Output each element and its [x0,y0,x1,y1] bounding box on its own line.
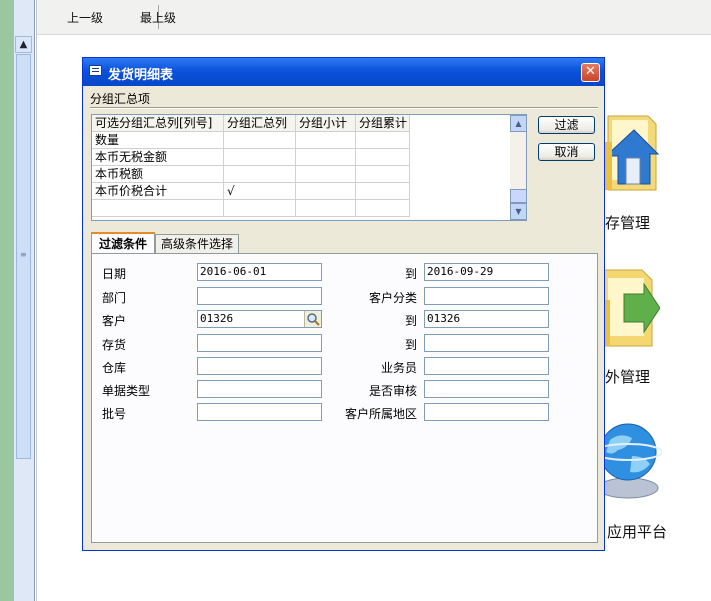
column-header[interactable]: 分组汇总列 [224,115,296,132]
audited-field[interactable] [424,380,549,398]
batch-field[interactable] [197,403,322,421]
grid-cell[interactable]: 数量 [92,132,224,149]
scroll-up-icon[interactable]: ▲ [510,115,526,132]
window-icon [89,65,102,76]
tab-filter-conditions[interactable]: 过滤条件 [91,232,155,253]
lookup-icon[interactable] [304,311,321,327]
grid-vertical-scrollbar[interactable]: ▲ ▼ [510,115,526,220]
salesperson-label: 业务员 [380,361,417,375]
group-divider [90,107,598,108]
salesperson-field[interactable] [424,357,549,375]
grid-cell[interactable] [296,132,356,149]
house-folder-icon[interactable] [598,112,660,194]
globe-platform-icon[interactable] [596,422,662,502]
scroll-thumb[interactable] [510,189,526,203]
top-level-button[interactable]: 最上级 [140,9,176,26]
customer-to-field[interactable]: 01326 [424,310,549,328]
column-header[interactable]: 可选分组汇总列[列号] [92,115,224,132]
date-label: 日期 [102,267,127,281]
grid-cell[interactable] [224,200,296,217]
date-from-field[interactable]: 2016-06-01 [197,263,322,281]
grid-cell[interactable]: √ [224,183,296,200]
date-to-field[interactable]: 2016-09-29 [424,263,549,281]
parent-level-button[interactable]: 上一级 [67,9,103,26]
grid-cell[interactable] [296,183,356,200]
filter-button[interactable]: 过滤 [538,116,595,134]
grid-cell[interactable] [224,132,296,149]
filter-panel: 日期 2016-06-01 到 2016-09-29 部门 客户分类 客户 01… [91,253,598,543]
cancel-button[interactable]: 取消 [538,143,595,161]
grid-cell[interactable] [356,149,410,166]
inventory-management-label[interactable]: 存管理 [605,212,650,233]
customer-from-value: 01326 [200,312,234,325]
grid-cell[interactable] [356,200,410,217]
toolbar: 上一级 最上级 [37,0,711,35]
customer-region-label: 客户所属地区 [344,407,417,421]
customer-region-field[interactable] [424,403,549,421]
scroll-up-button[interactable]: ▲ [15,36,32,53]
left-scroll-pane: ▲ ≡ [14,0,35,601]
grid-cell[interactable] [92,200,224,217]
grid-cell[interactable] [224,166,296,183]
grid-cell[interactable] [296,200,356,217]
document-type-label: 单据类型 [102,384,151,398]
customer-category-label: 客户分类 [368,291,417,305]
application-platform-label[interactable]: 应用平台 [607,521,667,542]
warehouse-field[interactable] [197,357,322,375]
shipment-detail-dialog: 发货明细表 ✕ 分组汇总项 可选分组汇总列[列号] 分组汇总列 分组小计 分组累… [82,57,605,551]
customer-category-field[interactable] [424,287,549,305]
scroll-down-icon[interactable]: ▼ [510,203,526,220]
column-header[interactable]: 分组小计 [296,115,356,132]
inventory-to-field[interactable] [424,334,549,352]
department-field[interactable] [197,287,322,305]
audited-label: 是否审核 [368,384,417,398]
to-label: 到 [404,314,417,328]
background-strip [0,0,14,601]
grid-cell[interactable]: 本币价税合计 [92,183,224,200]
grid-cell[interactable] [296,166,356,183]
column-header[interactable]: 分组累计 [356,115,410,132]
grid-cell[interactable] [356,183,410,200]
department-label: 部门 [102,291,127,305]
dialog-body: 分组汇总项 可选分组汇总列[列号] 分组汇总列 分组小计 分组累计 数量 本币无… [86,86,601,548]
batch-label: 批号 [102,407,127,421]
tab-advanced-conditions[interactable]: 高级条件选择 [155,234,239,253]
grid-cell[interactable] [356,166,410,183]
grid-cell[interactable] [356,132,410,149]
dialog-title: 发货明细表 [108,68,174,83]
inventory-from-field[interactable] [197,334,322,352]
inventory-label: 存货 [102,338,127,352]
dialog-titlebar[interactable]: 发货明细表 ✕ [83,58,604,86]
group-summary-grid[interactable]: 可选分组汇总列[列号] 分组汇总列 分组小计 分组累计 数量 本币无税金额 本币… [91,114,527,221]
document-type-field[interactable] [197,380,322,398]
customer-from-field[interactable]: 01326 [197,310,322,328]
outsourcing-folder-icon[interactable] [598,266,660,350]
scroll-grip-icon: ≡ [20,250,27,259]
grid-cell[interactable]: 本币无税金额 [92,149,224,166]
to-label: 到 [404,267,417,281]
warehouse-label: 仓库 [102,361,127,375]
divider [36,0,37,601]
grid-cell[interactable] [296,149,356,166]
close-button[interactable]: ✕ [581,63,600,82]
to-label: 到 [404,338,417,352]
outsourcing-management-label[interactable]: 外管理 [605,366,650,387]
grid-cell[interactable]: 本币税额 [92,166,224,183]
customer-label: 客户 [102,314,127,328]
group-summary-label: 分组汇总项 [90,92,151,106]
grid-cell[interactable] [224,149,296,166]
